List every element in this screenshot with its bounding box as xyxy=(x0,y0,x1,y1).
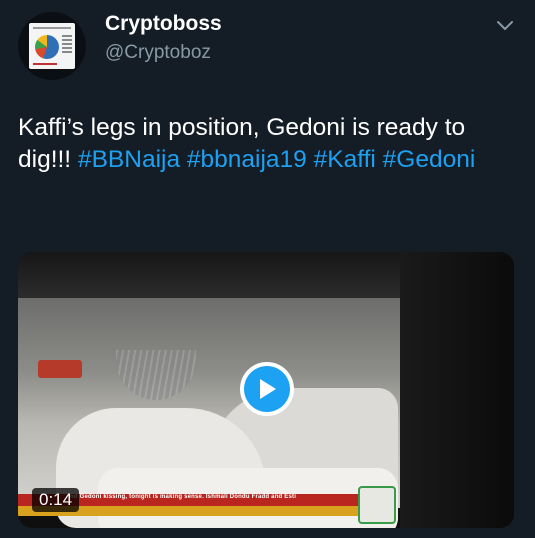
author-name[interactable]: Cryptoboss xyxy=(105,12,222,36)
tweet-text: Kaffi’s legs in position, Gedoni is read… xyxy=(18,112,523,176)
video-duration: 0:14 xyxy=(32,488,80,512)
ticker-badge xyxy=(358,486,396,524)
play-button[interactable] xyxy=(240,362,294,416)
hashtag-gedoni[interactable]: #Gedoni xyxy=(383,146,476,173)
video-frame-edge xyxy=(400,252,514,528)
channel-logo xyxy=(38,360,82,378)
video-frame-top xyxy=(18,252,400,298)
chevron-down-icon[interactable] xyxy=(494,14,516,36)
ticker-text: nd Gedoni kissing, tonight is making sen… xyxy=(70,494,297,500)
avatar[interactable] xyxy=(18,12,86,80)
hashtag-kaffi[interactable]: #Kaffi xyxy=(314,146,376,173)
video-scene-fan xyxy=(116,350,196,400)
video-frame xyxy=(18,298,400,528)
video-player[interactable]: nd Gedoni kissing, tonight is making sen… xyxy=(18,252,514,528)
avatar-chart-thumbnail xyxy=(29,23,75,69)
author-handle[interactable]: @Cryptoboz xyxy=(105,42,211,64)
hashtag-bbnaija19[interactable]: #bbnaija19 xyxy=(187,146,307,173)
hashtag-bbnaija[interactable]: #BBNaija xyxy=(78,146,180,173)
play-icon xyxy=(260,379,276,399)
